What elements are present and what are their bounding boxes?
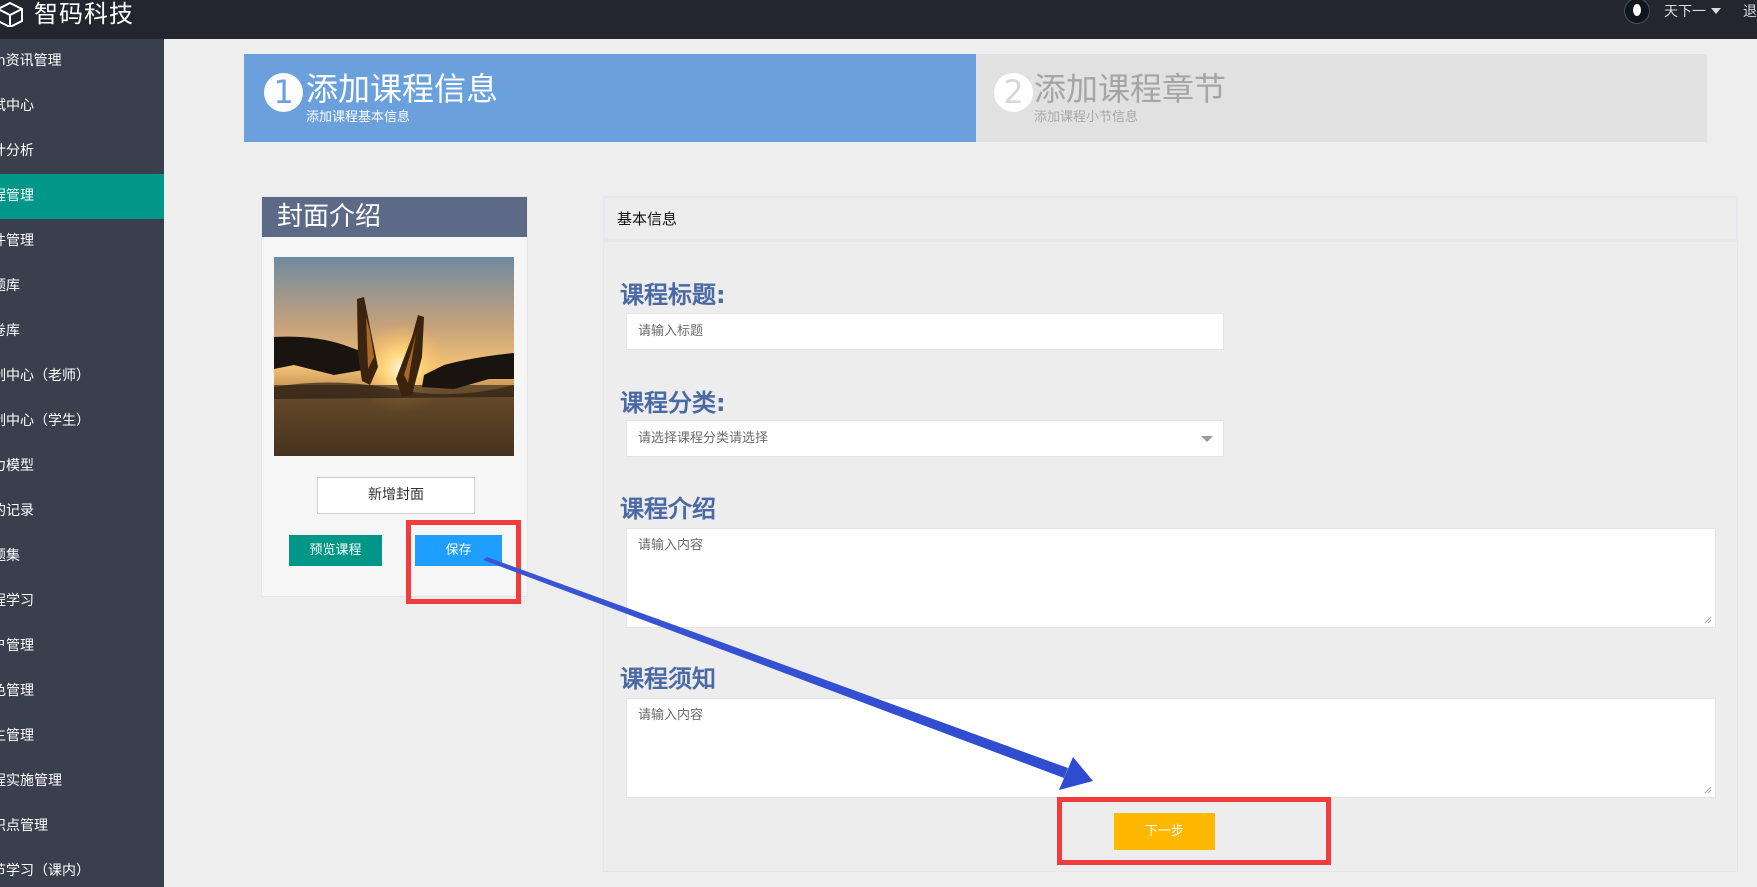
step-subtitle: 添加课程基本信息 — [306, 110, 411, 125]
sidebar-item[interactable]: 题库 — [0, 264, 164, 309]
step-number: 1 — [264, 73, 303, 112]
sidebar-item-label: 的记录 — [0, 503, 34, 519]
sidebar-item-active[interactable]: 程管理 — [0, 174, 164, 219]
user-name[interactable]: 天下一 — [1664, 1, 1706, 21]
sidebar-item[interactable]: 件管理 — [0, 219, 164, 264]
cover-image — [274, 257, 514, 456]
logo-cube-icon — [0, 1, 24, 27]
step-title: 添加课程信息 — [306, 70, 499, 108]
sidebar-item-label: m资讯管理 — [0, 53, 62, 69]
sidebar-item[interactable]: 制中心（学生） — [0, 399, 164, 444]
sidebar-item-label: 制中心（学生） — [0, 413, 90, 429]
sidebar-item-label: 色管理 — [0, 683, 34, 699]
sidebar-item-label: 户管理 — [0, 638, 34, 654]
course-notice-textarea[interactable]: 请输入内容 — [626, 698, 1716, 798]
sidebar-item-label: 程学习 — [0, 593, 34, 609]
sidebar-item-label: 件管理 — [0, 233, 34, 249]
step-number: 2 — [994, 73, 1033, 112]
sidebar-item-label: 题库 — [0, 278, 20, 294]
sidebar-item[interactable]: 识点管理 — [0, 804, 164, 849]
cover-heading: 封面介绍 — [262, 197, 527, 237]
sidebar-item-label: 生管理 — [0, 728, 34, 744]
resize-grip-icon[interactable] — [1703, 615, 1712, 624]
sidebar-item[interactable]: 生管理 — [0, 714, 164, 759]
step-title: 添加课程章节 — [1034, 70, 1227, 108]
sidebar-item[interactable]: 色管理 — [0, 669, 164, 714]
resize-grip-icon[interactable] — [1703, 785, 1712, 794]
sidebar-item-label: 节学习（课内） — [0, 863, 90, 879]
sidebar-item[interactable]: 程实施管理 — [0, 759, 164, 804]
course-intro-textarea[interactable]: 请输入内容 — [626, 528, 1716, 628]
course-title-label: 课程标题: — [620, 281, 726, 309]
sidebar-item-label: 识点管理 — [0, 818, 48, 834]
sidebar-item[interactable]: 卷库 — [0, 309, 164, 354]
avatar[interactable] — [1624, 0, 1650, 24]
sidebar-item[interactable]: 节学习（课内） — [0, 849, 164, 887]
sidebar: m资讯管理 试中心 计分析 程管理 件管理 题库 卷库 制中心（老师） 制中心（… — [0, 39, 164, 887]
app-name: 智码科技 — [34, 0, 134, 28]
annotation-box-next — [1057, 797, 1331, 865]
sidebar-item-label: 程管理 — [0, 188, 34, 204]
panel-title: 基本信息 — [604, 197, 1737, 242]
brand[interactable]: 智码科技 — [0, 0, 134, 27]
sidebar-item-label: 题集 — [0, 548, 20, 564]
course-category-select[interactable]: 请选择课程分类请选择 — [626, 420, 1224, 457]
sidebar-item-label: 力模型 — [0, 458, 34, 474]
sidebar-item-label: 制中心（老师） — [0, 368, 90, 384]
basic-info-panel: 基本信息 课程标题: 请输入标题 课程分类: 请选择课程分类请选择 课程介绍 请… — [603, 196, 1738, 872]
annotation-box-save — [406, 520, 521, 604]
user-menu[interactable]: 天下一 退 — [1624, 0, 1757, 24]
preview-course-button[interactable]: 预览课程 — [289, 535, 382, 566]
course-notice-placeholder: 请输入内容 — [638, 708, 704, 723]
top-bar: 智码科技 天下一 退 — [0, 0, 1757, 39]
sidebar-item-label: 试中心 — [0, 98, 34, 114]
sidebar-item[interactable]: 程学习 — [0, 579, 164, 624]
step-1[interactable]: 1 添加课程信息 添加课程基本信息 — [244, 54, 976, 142]
step-2[interactable]: 2 添加课程章节 添加课程小节信息 — [976, 54, 1707, 142]
sidebar-item-label: 计分析 — [0, 143, 34, 159]
course-category-label: 课程分类: — [620, 389, 726, 417]
sidebar-item-label: 卷库 — [0, 323, 20, 339]
course-intro-placeholder: 请输入内容 — [638, 538, 704, 553]
sidebar-item[interactable]: 制中心（老师） — [0, 354, 164, 399]
add-cover-button[interactable]: 新增封面 — [317, 477, 475, 514]
course-notice-label: 课程须知 — [620, 665, 716, 693]
course-title-input[interactable]: 请输入标题 — [626, 313, 1224, 350]
chevron-down-icon[interactable] — [1201, 436, 1213, 442]
course-category-value: 请选择课程分类请选择 — [638, 431, 769, 446]
sidebar-item[interactable]: 的记录 — [0, 489, 164, 534]
sidebar-item[interactable]: 试中心 — [0, 84, 164, 129]
sidebar-item[interactable]: 力模型 — [0, 444, 164, 489]
sidebar-item[interactable]: 户管理 — [0, 624, 164, 669]
sidebar-item[interactable]: 计分析 — [0, 129, 164, 174]
sidebar-item[interactable]: 题集 — [0, 534, 164, 579]
sidebar-item-label: 程实施管理 — [0, 773, 62, 789]
chevron-down-icon[interactable] — [1711, 8, 1721, 14]
sidebar-item[interactable]: m资讯管理 — [0, 39, 164, 84]
course-intro-label: 课程介绍 — [620, 495, 716, 523]
step-subtitle: 添加课程小节信息 — [1034, 110, 1139, 125]
logout-link[interactable]: 退 — [1743, 1, 1757, 21]
